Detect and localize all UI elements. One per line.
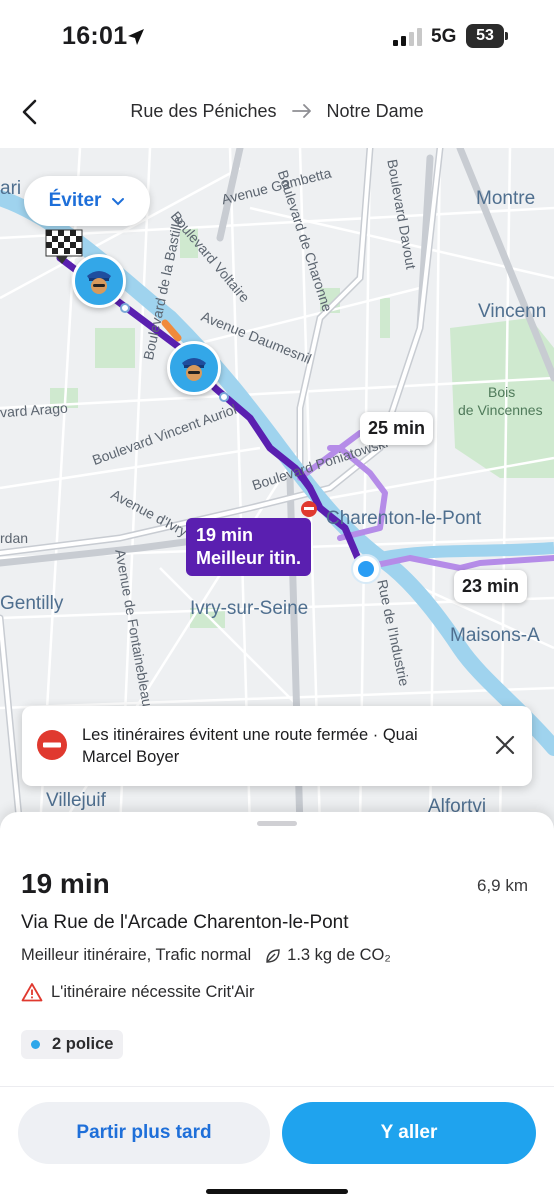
police-count: 2 police <box>52 1035 114 1053</box>
avoid-button[interactable]: Éviter <box>24 176 150 226</box>
route-distance: 6,9 km <box>476 876 528 895</box>
route-summary: Meilleur itinéraire, Trafic normal <box>21 946 252 964</box>
warning-icon <box>21 983 43 1002</box>
place-label: Bois <box>488 384 516 400</box>
police-officer-icon <box>87 271 111 294</box>
sheet-handle[interactable] <box>257 821 297 826</box>
route-title: Rue des Péniches Notre Dame <box>0 100 554 122</box>
map-view[interactable]: Avenue Gambetta Boulevard Voltaire Boule… <box>0 148 554 828</box>
place-label: Maisons-A <box>450 625 540 646</box>
no-entry-icon <box>37 730 67 760</box>
origin-label: Rue des Péniches <box>130 100 277 121</box>
nav-header: Rue des Péniches Notre Dame <box>0 76 554 148</box>
avoid-label: Éviter <box>48 190 102 211</box>
divider <box>0 1086 554 1087</box>
route-via: Via Rue de l'Arcade Charenton-le-Pont <box>21 912 349 933</box>
police-officer-icon <box>182 358 206 381</box>
battery-icon: 53 <box>466 24 504 48</box>
alt-route-eta[interactable]: 23 min <box>454 570 528 603</box>
arrow-right-icon <box>291 104 311 119</box>
police-icon[interactable] <box>72 254 126 308</box>
place-label: ari <box>0 178 22 199</box>
best-route-eta: 19 min <box>196 525 254 545</box>
chevron-down-icon <box>112 198 125 206</box>
status-bar: 16:01 5G 53 <box>0 0 554 76</box>
alt-route-eta[interactable]: 25 min <box>360 412 434 445</box>
police-count-badge: 2 police <box>21 1030 124 1059</box>
leaf-icon <box>266 948 280 963</box>
destination-flag-icon <box>45 229 83 264</box>
place-label: de Vincennes <box>458 402 543 418</box>
place-label: Villejuif <box>46 790 106 811</box>
place-label: Ivry-sur-Seine <box>190 598 309 619</box>
place-label: Charenton-le-Pont <box>326 508 482 529</box>
battery-tip <box>505 32 508 40</box>
best-route-tag[interactable]: 19 min Meilleur itin. <box>186 518 312 576</box>
destination-label: Notre Dame <box>326 100 424 121</box>
critair-text: L'itinéraire nécessite Crit'Air <box>51 982 255 1001</box>
critair-warning[interactable]: L'itinéraire nécessite Crit'Air <box>21 982 254 1002</box>
signal-icon <box>393 28 422 46</box>
location-arrow-icon <box>128 29 144 45</box>
route-duration: 19 min <box>21 868 110 899</box>
place-label: Gentilly <box>0 593 64 614</box>
place-label: Vincenn <box>478 301 547 322</box>
route-co2: 1.3 kg de CO₂ <box>287 946 391 964</box>
police-dot-icon <box>31 1040 40 1049</box>
place-label: rdan <box>0 530 29 546</box>
close-icon[interactable] <box>492 732 518 758</box>
place-label: Montre <box>476 188 536 209</box>
best-route-label: Meilleur itin. <box>196 548 302 568</box>
notice-text: Les itinéraires évitent une route fermée… <box>82 726 418 766</box>
home-indicator <box>206 1189 348 1194</box>
route-sheet: 19 min 6,9 km Via Rue de l'Arcade Charen… <box>0 812 554 1200</box>
route-details: Meilleur itinéraire, Trafic normal 1.3 k… <box>21 946 391 965</box>
status-time: 16:01 <box>62 22 128 50</box>
road-closed-notice: Les itinéraires évitent une route fermée… <box>22 706 532 786</box>
police-icon[interactable] <box>167 341 221 395</box>
network-type: 5G <box>431 26 457 47</box>
go-button[interactable]: Y aller <box>282 1102 536 1164</box>
leave-later-button[interactable]: Partir plus tard <box>18 1102 270 1164</box>
